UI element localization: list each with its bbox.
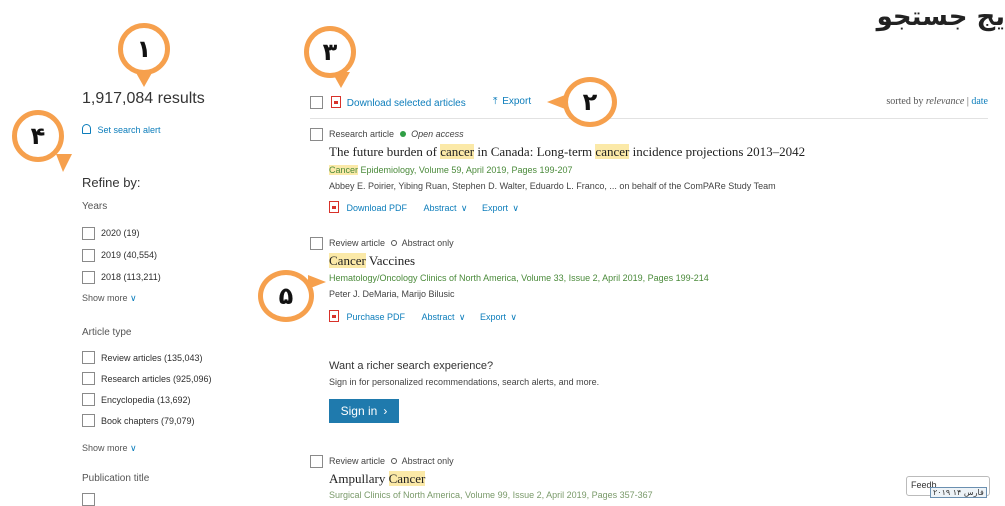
annotation-circle: ۲ — [563, 77, 617, 127]
access-label: Open access — [411, 129, 464, 139]
article-actions: Purchase PDF Abstract ∨ Export ∨ — [329, 307, 517, 325]
result-checkbox[interactable] — [310, 237, 323, 250]
sort-options: sorted by relevance | date — [886, 96, 988, 107]
checkbox[interactable] — [82, 351, 95, 364]
annotation-circle: ۴ — [12, 110, 64, 162]
article-actions: Download PDF Abstract ∨ Export ∨ — [329, 198, 519, 216]
article-type-item[interactable]: Review articles (135,043) — [82, 347, 212, 368]
sort-relevance[interactable]: relevance — [926, 96, 965, 107]
promo-heading: Want a richer search experience? — [329, 360, 494, 372]
article-source[interactable]: Hematology/Oncology Clinics of North Ame… — [329, 273, 709, 283]
article-authors: Peter J. DeMaria, Marijo Bilusic — [329, 289, 455, 299]
article-type: Review article — [329, 456, 386, 466]
checkbox[interactable] — [82, 372, 95, 385]
pdf-icon — [331, 96, 341, 108]
set-search-alert[interactable]: Set search alert — [82, 124, 161, 135]
chevron-down-icon: ∨ — [512, 203, 520, 213]
year-filter-item[interactable]: 2020 (19) — [82, 222, 161, 244]
years-label: Years — [82, 201, 108, 212]
abstract-only-dot — [390, 240, 397, 246]
abstract-toggle[interactable]: Abstract — [421, 312, 454, 322]
export-toggle[interactable]: Export — [480, 312, 506, 322]
promo-text: Sign in for personalized recommendations… — [329, 377, 600, 387]
open-access-dot — [399, 131, 406, 137]
checkbox[interactable] — [82, 414, 95, 427]
article-type-filter-list: Review articles (135,043) Research artic… — [82, 347, 212, 431]
checkbox[interactable] — [82, 270, 95, 284]
article-authors: Abbey E. Poirier, Yibing Ruan, Stephen D… — [329, 181, 776, 191]
annotation-circle: ۵ — [258, 270, 314, 322]
article-source[interactable]: Cancer Epidemiology, Volume 59, April 20… — [329, 165, 573, 175]
article-type-show-more[interactable]: Show more ∨ — [82, 443, 137, 454]
export-toggle[interactable]: Export — [482, 203, 508, 213]
page-title: یج جستجو — [876, 2, 1005, 32]
checkbox[interactable] — [82, 226, 95, 240]
article-type: Research article — [329, 129, 395, 139]
abstract-toggle[interactable]: Abstract — [423, 203, 456, 213]
divider — [310, 118, 988, 119]
results-count: 1,917,084 results — [82, 90, 205, 107]
bell-icon — [82, 124, 91, 134]
checkbox[interactable] — [82, 393, 95, 406]
publication-title-label: Publication title — [82, 473, 150, 484]
sort-date[interactable]: date — [971, 96, 988, 107]
chevron-down-icon: ∨ — [458, 312, 466, 322]
download-selected-button[interactable]: Download selected articles — [331, 96, 466, 109]
refine-title: Refine by: — [82, 175, 141, 190]
pdf-icon — [329, 201, 339, 213]
article-type-item[interactable]: Book chapters (79,079) — [82, 410, 212, 431]
select-all-checkbox[interactable] — [310, 96, 323, 109]
download-pdf-link[interactable]: Download PDF — [346, 203, 407, 213]
article-type-item[interactable]: Research articles (925,096) — [82, 368, 212, 389]
chevron-right-icon: › — [383, 404, 388, 418]
chevron-down-icon: ∨ — [460, 203, 468, 213]
article-title-link[interactable]: The future burden of cancer in Canada: L… — [329, 144, 805, 160]
result-checkbox[interactable] — [310, 455, 323, 468]
annotation-circle: ۳ — [304, 26, 356, 78]
sign-in-button[interactable]: Sign in › — [329, 399, 399, 423]
result-checkbox[interactable] — [310, 128, 323, 141]
article-title-link[interactable]: Cancer Vaccines — [329, 253, 415, 269]
annotation-tail — [56, 154, 72, 172]
article-type-label: Article type — [82, 327, 132, 338]
access-label: Abstract only — [401, 456, 454, 466]
chevron-down-icon: ∨ — [130, 443, 137, 453]
signin-promo: Want a richer search experience? Sign in… — [329, 360, 599, 423]
date-overlay: فارس ۱۴ ۲۰۱۹ — [930, 487, 987, 498]
checkbox[interactable] — [82, 248, 95, 262]
export-button[interactable]: ⤒ Export — [493, 96, 531, 107]
chevron-down-icon: ∨ — [510, 312, 518, 322]
abstract-only-dot — [390, 458, 397, 464]
article-source[interactable]: Surgical Clinics of North America, Volum… — [329, 490, 653, 500]
year-filter-item[interactable]: 2018 (113,211) — [82, 266, 161, 288]
purchase-pdf-link[interactable]: Purchase PDF — [346, 312, 405, 322]
article-type: Review article — [329, 238, 386, 248]
upload-icon: ⤒ — [493, 96, 498, 107]
annotation-circle: ۱ — [118, 23, 170, 75]
years-filter-list: 2020 (19) 2019 (40,554) 2018 (113,211) — [82, 222, 161, 288]
chevron-down-icon: ∨ — [130, 293, 137, 303]
year-filter-item[interactable]: 2019 (40,554) — [82, 244, 161, 266]
years-show-more[interactable]: Show more ∨ — [82, 293, 137, 304]
access-label: Abstract only — [401, 238, 454, 248]
article-title-link[interactable]: Ampullary Cancer — [329, 471, 426, 487]
results-toolbar: Download selected articles ⤒ Export sort… — [310, 94, 988, 119]
article-type-item[interactable]: Encyclopedia (13,692) — [82, 389, 212, 410]
pdf-icon — [329, 310, 339, 322]
